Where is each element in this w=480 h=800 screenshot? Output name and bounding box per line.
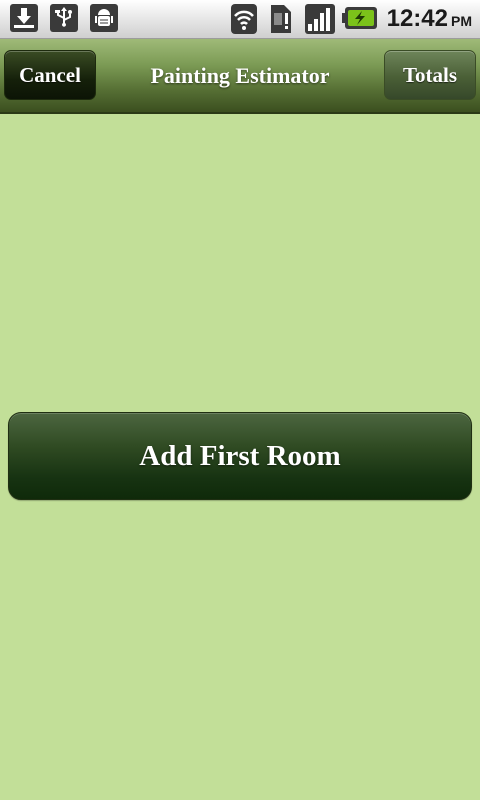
battery-charging-icon <box>342 6 378 35</box>
usb-icon <box>50 4 78 32</box>
add-first-room-button[interactable]: Add First Room <box>8 412 472 500</box>
sim-alert-icon <box>268 3 294 40</box>
clock-ampm: PM <box>451 13 472 29</box>
signal-icon <box>304 3 336 40</box>
status-bar: 12:42 PM <box>0 0 480 39</box>
wifi-icon <box>230 3 258 40</box>
clock: 12:42 PM <box>387 4 472 34</box>
totals-button[interactable]: Totals <box>384 50 476 100</box>
android-debug-icon <box>90 4 118 32</box>
clock-time: 12:42 <box>386 5 448 32</box>
main-content: Add First Room <box>0 114 480 800</box>
download-icon <box>10 4 38 32</box>
page-title: Painting Estimator <box>150 63 330 88</box>
title-bar: Cancel Painting Estimator Totals <box>0 39 480 114</box>
cancel-button[interactable]: Cancel <box>4 50 96 100</box>
